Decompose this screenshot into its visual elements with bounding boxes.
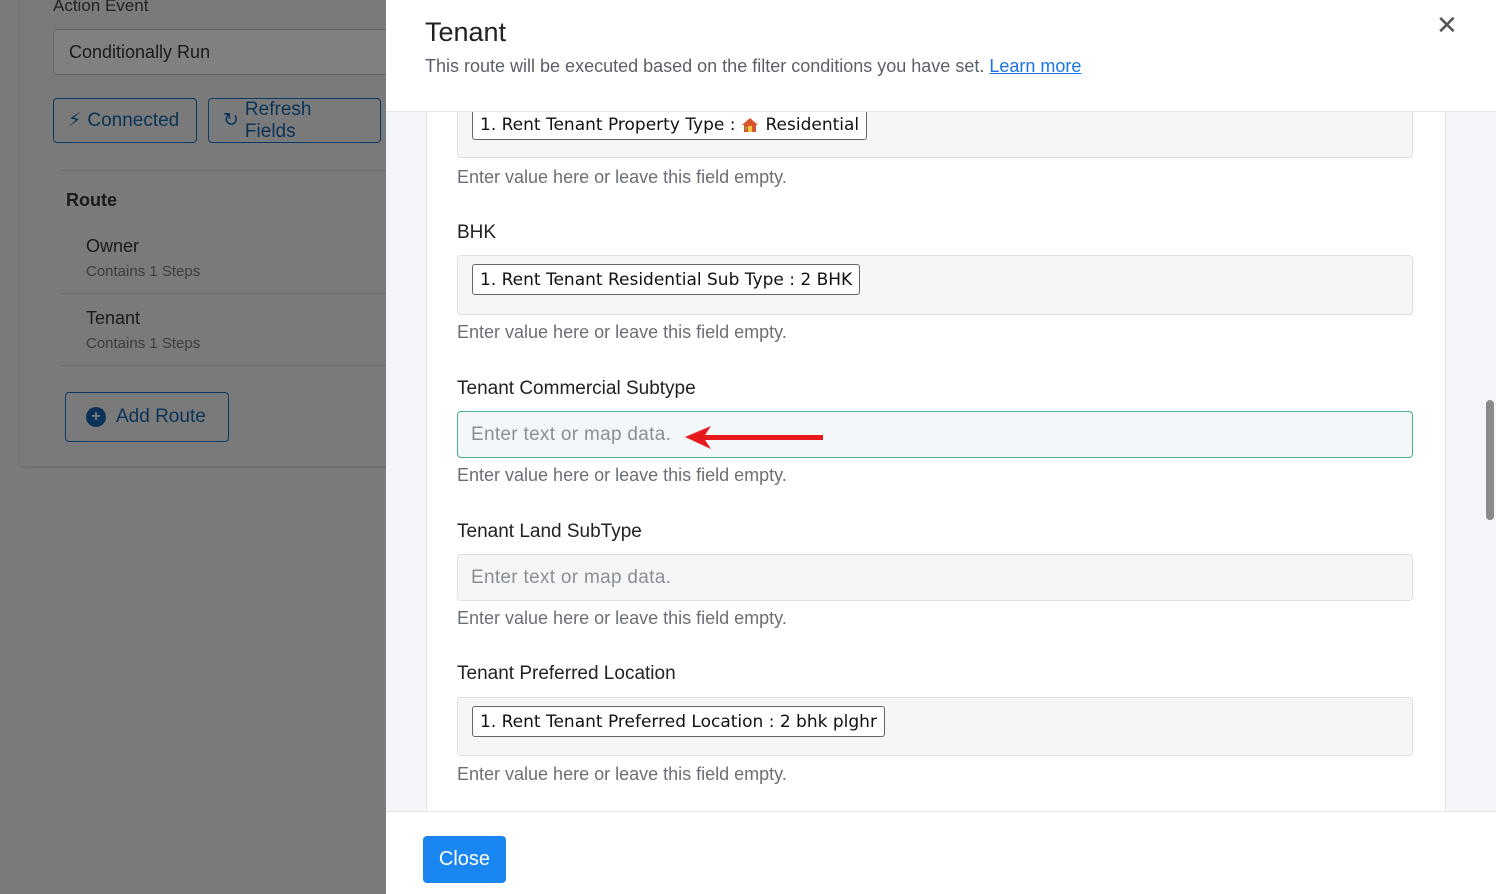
modal-title: Tenant (425, 17, 507, 47)
plug-icon: ⚡ (68, 110, 82, 131)
field-help-text: Enter value here or leave this field emp… (457, 764, 787, 784)
modal-subtitle: This route will be executed based on the… (425, 56, 1081, 77)
input-placeholder: Enter text or map data. (471, 567, 672, 588)
field-help-text: Enter value here or leave this field emp… (457, 322, 787, 342)
divider (60, 170, 390, 171)
mapped-value-chip[interactable]: 1. Rent Tenant Property Type : Residenti… (472, 112, 868, 140)
action-event-label: Action Event (53, 0, 149, 15)
route-steps: Contains 1 Steps (86, 263, 201, 280)
add-route-button[interactable]: + Add Route (65, 392, 229, 442)
commercial-subtype-label: Tenant Commercial Subtype (457, 378, 696, 399)
route-modal: Tenant This route will be executed based… (386, 0, 1496, 894)
route-name: Tenant (86, 308, 141, 328)
divider (60, 293, 390, 294)
modal-subtitle-text: This route will be executed based on the… (425, 56, 985, 76)
chip-suffix: Residential (765, 114, 860, 135)
annotation-arrow-icon (685, 426, 823, 449)
divider (60, 365, 390, 366)
chip-text: 1. Rent Tenant Property Type : (480, 114, 736, 135)
scrollbar-thumb[interactable] (1486, 400, 1494, 520)
add-route-label: Add Route (116, 406, 206, 427)
route-item-owner[interactable]: Owner Contains 1 Steps (86, 236, 200, 280)
commercial-subtype-input[interactable]: Enter text or map data. (457, 411, 1413, 458)
close-icon[interactable]: ✕ (1436, 10, 1458, 41)
refresh-icon: ↻ (223, 110, 239, 131)
connected-button-label: Connected (87, 109, 180, 131)
mapped-value-chip[interactable]: 1. Rent Tenant Preferred Location : 2 bh… (472, 706, 885, 737)
input-placeholder: Enter text or map data. (471, 424, 672, 445)
bhk-field[interactable]: 1. Rent Tenant Residential Sub Type : 2 … (457, 255, 1413, 315)
modal-header: Tenant This route will be executed based… (386, 0, 1496, 112)
route-title: Route (66, 190, 117, 210)
property-type-field[interactable]: 1. Rent Tenant Property Type : Residenti… (457, 112, 1413, 158)
land-subtype-label: Tenant Land SubType (457, 521, 642, 542)
refresh-fields-button[interactable]: ↻ Refresh Fields (208, 98, 381, 143)
plus-circle-icon: + (86, 407, 106, 427)
land-subtype-input[interactable]: Enter text or map data. (457, 554, 1413, 601)
preferred-location-field[interactable]: 1. Rent Tenant Preferred Location : 2 bh… (457, 697, 1413, 756)
field-help-text: Enter value here or leave this field emp… (457, 465, 787, 485)
mapped-value-chip[interactable]: 1. Rent Tenant Residential Sub Type : 2 … (472, 264, 861, 295)
preferred-location-label: Tenant Preferred Location (457, 663, 676, 684)
house-icon (741, 117, 759, 133)
field-help-text: Enter value here or leave this field emp… (457, 608, 787, 628)
modal-footer: Close (386, 811, 1496, 894)
route-item-tenant[interactable]: Tenant Contains 1 Steps (86, 308, 200, 352)
close-button[interactable]: Close (423, 836, 506, 883)
route-steps: Contains 1 Steps (86, 335, 201, 352)
bhk-label: BHK (457, 222, 497, 243)
field-help-text: Enter value here or leave this field emp… (457, 167, 787, 187)
action-event-select[interactable]: Conditionally Run (53, 29, 413, 75)
learn-more-link[interactable]: Learn more (989, 56, 1081, 76)
refresh-button-label: Refresh Fields (244, 98, 312, 142)
connected-button[interactable]: ⚡ Connected (53, 98, 197, 143)
route-name: Owner (86, 236, 140, 256)
modal-body: 1. Rent Tenant Property Type : Residenti… (386, 112, 1496, 811)
